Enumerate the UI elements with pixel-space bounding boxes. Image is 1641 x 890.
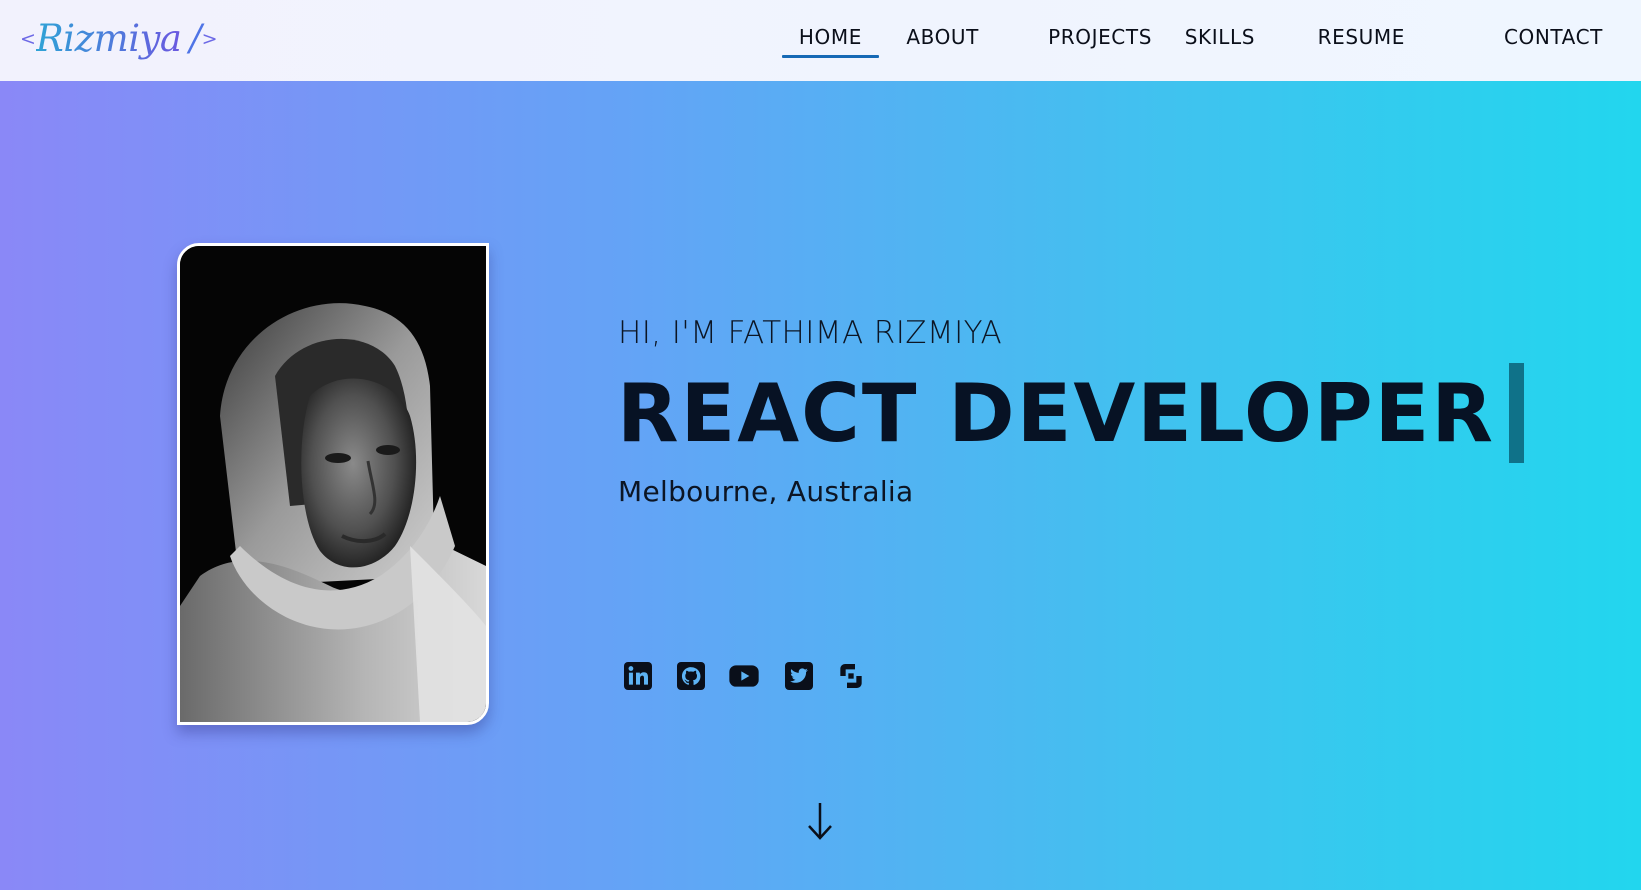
nav-item-projects[interactable]: PROJECTS	[1048, 24, 1152, 50]
link-icon[interactable]	[835, 660, 867, 692]
nav-item-home[interactable]: HOME	[781, 24, 880, 58]
arrow-down-icon[interactable]	[805, 801, 835, 841]
linkedin-icon[interactable]	[622, 660, 654, 692]
github-icon[interactable]	[675, 660, 707, 692]
hero-location: Melbourne, Australia	[618, 475, 914, 508]
logo[interactable]: < Rizmiya / >	[20, 14, 218, 64]
nav-item-about[interactable]: ABOUT	[906, 24, 979, 50]
logo-name: Rizmiya	[36, 14, 182, 64]
nav-item-resume[interactable]: RESUME	[1318, 24, 1405, 50]
hero-greeting: HI, I'M FATHIMA RIZMIYA	[618, 315, 1003, 351]
nav-item-contact[interactable]: CONTACT	[1504, 24, 1603, 50]
logo-open-bracket: <	[20, 28, 36, 50]
twitter-icon[interactable]	[783, 660, 815, 692]
typing-cursor	[1509, 363, 1524, 463]
hero-role-title: REACT DEVELOPER	[617, 367, 1495, 460]
logo-close-bracket: >	[201, 28, 218, 50]
nav-item-skills[interactable]: SKILLS	[1185, 24, 1255, 50]
profile-photo	[177, 243, 489, 725]
youtube-icon[interactable]	[728, 660, 760, 692]
site-header: < Rizmiya / > HOME ABOUT PROJECTS SKILLS…	[0, 0, 1641, 81]
profile-photo-image	[180, 246, 486, 722]
logo-slash: /	[189, 18, 202, 59]
